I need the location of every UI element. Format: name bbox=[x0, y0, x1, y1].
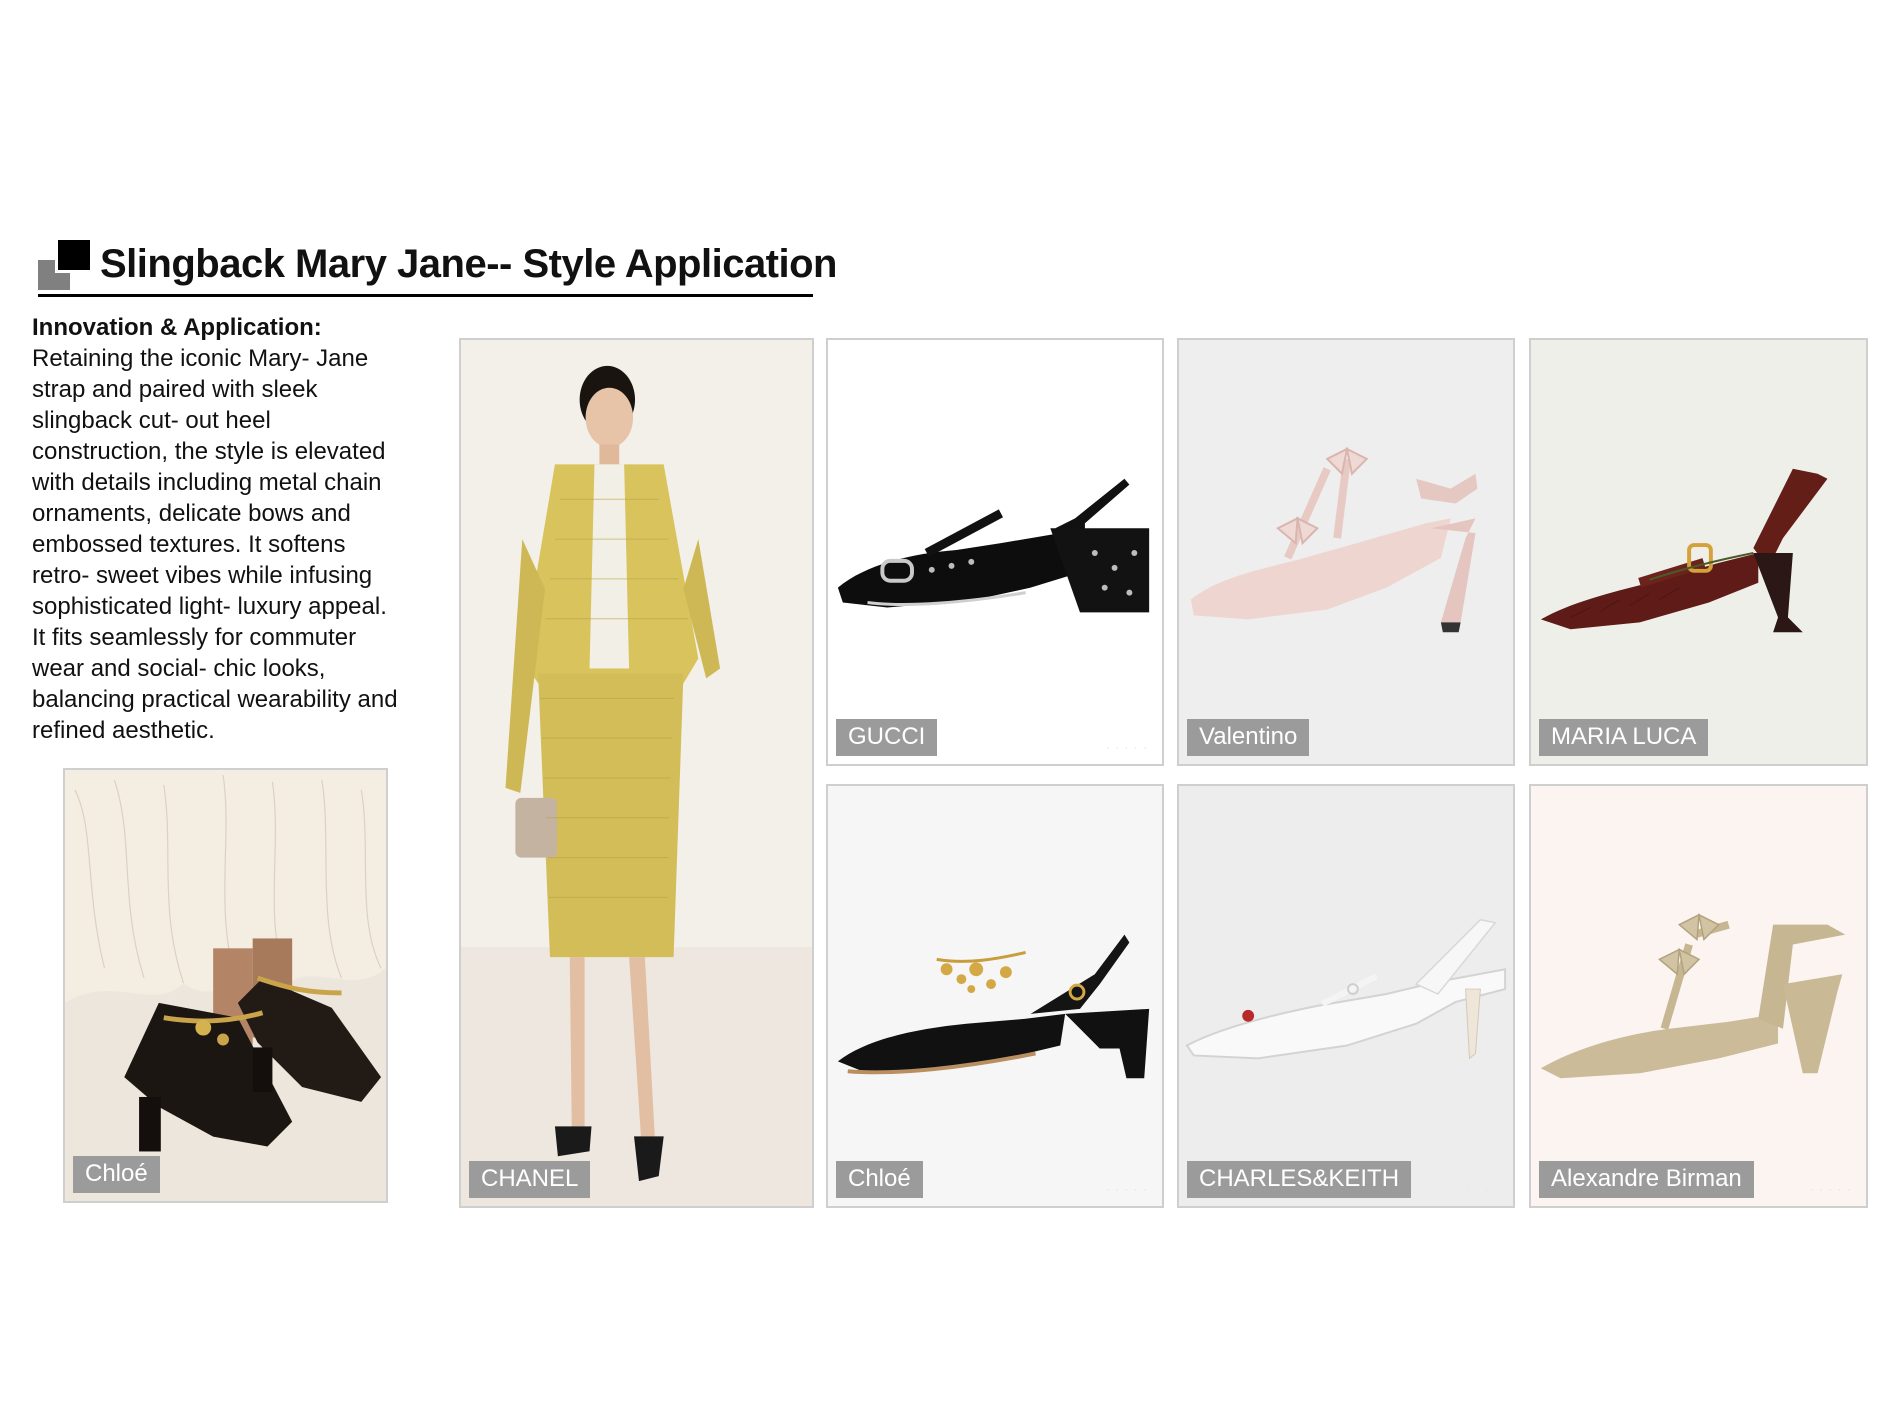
watermark-text: · · · · · bbox=[1809, 1182, 1852, 1196]
watermark-text: · · · · · bbox=[1105, 1182, 1148, 1196]
pink-bow-slingback-icon bbox=[1179, 340, 1513, 764]
card-maria-luca[interactable]: MARIA LUCA bbox=[1529, 338, 1868, 766]
card-charles-keith[interactable]: · · · · · CHARLES&KEITH bbox=[1177, 784, 1515, 1208]
brand-tag: MARIA LUCA bbox=[1539, 719, 1709, 756]
card-chloe-product[interactable]: · · · · · Chloé bbox=[826, 784, 1164, 1208]
runway-look-photo-icon bbox=[461, 340, 812, 1206]
black-patent-slingback-icon bbox=[828, 340, 1162, 764]
brand-tag: Chloé bbox=[73, 1156, 160, 1193]
watermark-text: · · · · · bbox=[1105, 740, 1148, 754]
page-title: Slingback Mary Jane-- Style Application bbox=[100, 242, 837, 286]
description-block: Innovation & Application: Retaining the … bbox=[32, 312, 442, 746]
brand-tag: CHARLES&KEITH bbox=[1187, 1161, 1412, 1198]
brand-tag: Valentino bbox=[1187, 719, 1310, 756]
title-squares-icon bbox=[38, 237, 94, 290]
watermark-text: · · · · · bbox=[1456, 1182, 1499, 1196]
black-charm-slingback-icon bbox=[828, 786, 1162, 1206]
brand-tag: GUCCI bbox=[836, 719, 938, 756]
title-underline bbox=[38, 294, 813, 297]
description-heading: Innovation & Application: bbox=[32, 314, 322, 341]
card-chloe-worn[interactable]: Chloé bbox=[63, 768, 388, 1203]
card-gucci[interactable]: · · · · · GUCCI bbox=[826, 338, 1164, 766]
description-body: Retaining the iconic Mary- Jane strap an… bbox=[32, 345, 398, 744]
brand-tag: Alexandre Birman bbox=[1539, 1161, 1754, 1198]
shoe-on-feet-photo-icon bbox=[65, 770, 386, 1201]
card-chanel-look[interactable]: CHANEL bbox=[459, 338, 814, 1208]
brand-tag: Chloé bbox=[836, 1161, 923, 1198]
beige-bow-slingback-icon bbox=[1531, 786, 1866, 1206]
card-alexandre-birman[interactable]: · · · · · Alexandre Birman bbox=[1529, 784, 1868, 1208]
burgundy-croc-slingback-icon bbox=[1531, 340, 1866, 764]
brand-tag: CHANEL bbox=[469, 1161, 591, 1198]
section-title-block: Slingback Mary Jane-- Style Application bbox=[38, 237, 837, 297]
white-slingback-icon bbox=[1179, 786, 1513, 1206]
card-valentino[interactable]: Valentino bbox=[1177, 338, 1515, 766]
